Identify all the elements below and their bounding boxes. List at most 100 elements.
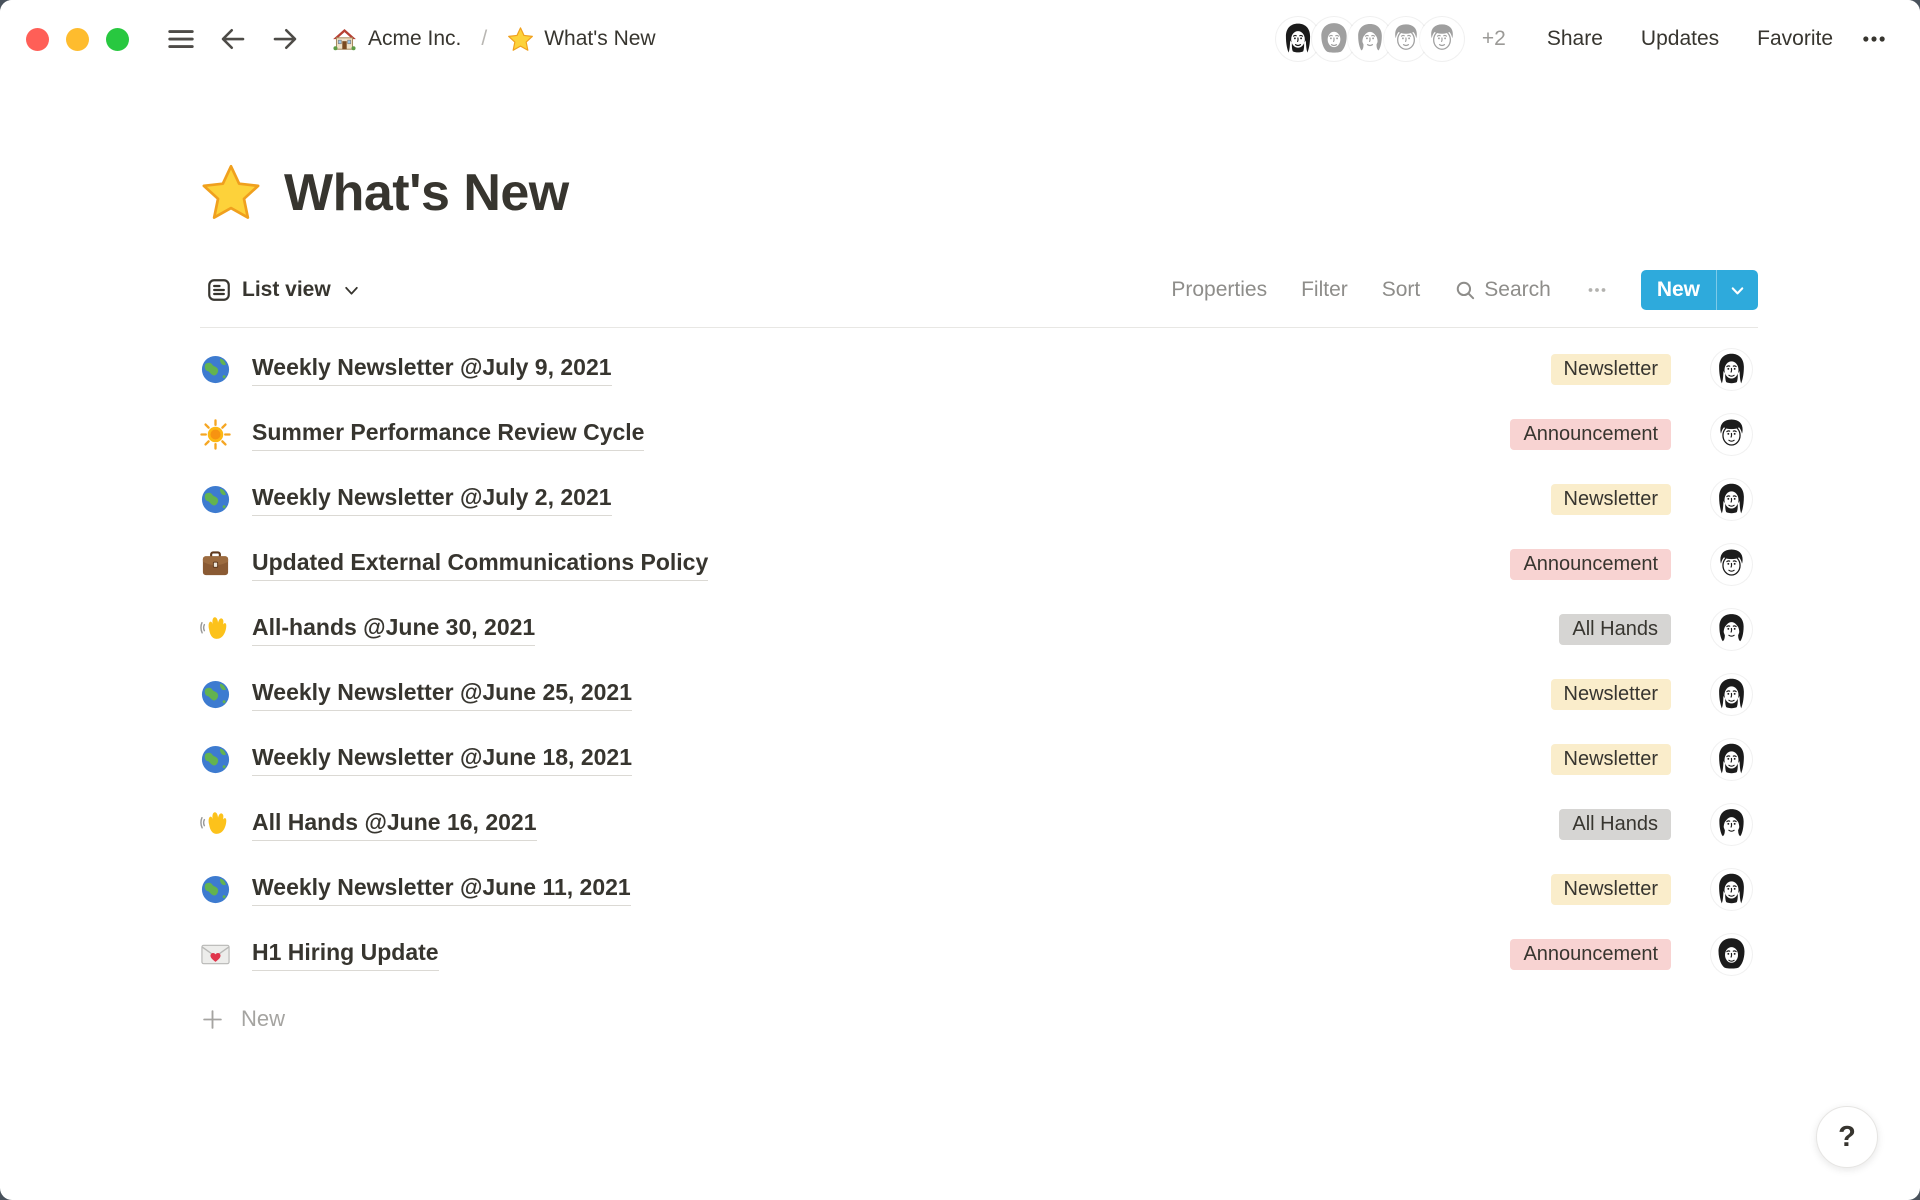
viewer-avatars[interactable] — [1276, 17, 1464, 61]
avatar-woman-long-hair — [1711, 739, 1752, 780]
tag-badge[interactable]: All Hands — [1559, 614, 1671, 645]
avatar-woman-long-hair — [1711, 479, 1752, 520]
chevron-down-icon — [1729, 282, 1746, 299]
house-icon — [331, 26, 358, 53]
window-controls — [26, 28, 129, 51]
tag-badge[interactable]: All Hands — [1559, 809, 1671, 840]
globe-icon — [200, 679, 231, 710]
breadcrumb-separator: / — [477, 27, 491, 51]
new-button-caret[interactable] — [1716, 270, 1758, 310]
globe-icon — [200, 744, 231, 775]
view-options-icon[interactable] — [1575, 268, 1619, 312]
page-title: What's New — [200, 162, 1758, 224]
database-list: Weekly Newsletter @July 9, 2021 Newslett… — [200, 328, 1758, 987]
list-item[interactable]: Weekly Newsletter @July 9, 2021 Newslett… — [200, 337, 1758, 402]
view-label: List view — [242, 278, 331, 302]
star-icon[interactable] — [200, 162, 262, 224]
close-window-button[interactable] — [26, 28, 49, 51]
page-link[interactable]: Summer Performance Review Cycle — [252, 419, 644, 451]
tag-badge[interactable]: Announcement — [1510, 939, 1671, 970]
sun-icon — [200, 419, 231, 450]
avatar-man-short-hair — [1711, 544, 1752, 585]
help-label: ? — [1838, 1121, 1856, 1154]
add-row-label: New — [241, 1006, 285, 1032]
more-options-icon[interactable] — [1852, 17, 1896, 61]
globe-icon — [200, 354, 231, 385]
page-link[interactable]: Weekly Newsletter @June 18, 2021 — [252, 744, 632, 776]
nav-controls — [159, 17, 307, 61]
view-toolbar: List view Properties Filter Sort Search … — [200, 268, 1758, 328]
avatar-man-short-hair[interactable] — [1420, 17, 1464, 61]
waving-hand-icon — [200, 809, 231, 840]
list-item[interactable]: H1 Hiring Update Announcement — [200, 922, 1758, 987]
star-icon — [507, 26, 534, 53]
avatar-woman-long-hair — [1711, 674, 1752, 715]
plus-icon — [200, 1007, 225, 1032]
page-link[interactable]: H1 Hiring Update — [252, 939, 439, 971]
view-switcher[interactable]: List view — [200, 273, 366, 307]
list-item[interactable]: Weekly Newsletter @July 2, 2021 Newslett… — [200, 467, 1758, 532]
love-letter-icon — [200, 939, 231, 970]
list-item[interactable]: Weekly Newsletter @June 18, 2021 Newslet… — [200, 727, 1758, 792]
list-item[interactable]: All-hands @June 30, 2021 All Hands — [200, 597, 1758, 662]
list-item[interactable]: Updated External Communications Policy A… — [200, 532, 1758, 597]
page-link[interactable]: Weekly Newsletter @June 11, 2021 — [252, 874, 631, 906]
list-item[interactable]: All Hands @June 16, 2021 All Hands — [200, 792, 1758, 857]
avatar-man-short-hair — [1711, 414, 1752, 455]
avatar-woman-bob — [1711, 804, 1752, 845]
avatar-woman-long-hair — [1711, 869, 1752, 910]
updates-button[interactable]: Updates — [1631, 21, 1729, 57]
page-link[interactable]: All Hands @June 16, 2021 — [252, 809, 537, 841]
new-split-button: New — [1641, 270, 1758, 310]
workspace-name: Acme Inc. — [368, 27, 461, 51]
avatar-woman-long-hair — [1711, 349, 1752, 390]
list-item[interactable]: Weekly Newsletter @June 25, 2021 Newslet… — [200, 662, 1758, 727]
waving-hand-icon — [200, 614, 231, 645]
back-arrow-icon[interactable] — [211, 17, 255, 61]
toolbar-actions: Properties Filter Sort Search New — [1161, 268, 1758, 312]
zoom-window-button[interactable] — [106, 28, 129, 51]
briefcase-icon — [200, 549, 231, 580]
sidebar-menu-icon[interactable] — [159, 17, 203, 61]
page-title-text[interactable]: What's New — [284, 163, 569, 223]
breadcrumb-page[interactable]: What's New — [501, 22, 661, 57]
tag-badge[interactable]: Announcement — [1510, 419, 1671, 450]
chevron-down-icon — [343, 282, 360, 299]
tag-badge[interactable]: Newsletter — [1551, 484, 1671, 515]
tag-badge[interactable]: Newsletter — [1551, 679, 1671, 710]
favorite-button[interactable]: Favorite — [1747, 21, 1843, 57]
tag-badge[interactable]: Newsletter — [1551, 354, 1671, 385]
add-row-button[interactable]: New — [200, 995, 1758, 1043]
help-button[interactable]: ? — [1816, 1106, 1878, 1168]
page-name: What's New — [544, 27, 655, 51]
search-label: Search — [1484, 278, 1551, 302]
breadcrumb-workspace[interactable]: Acme Inc. — [325, 22, 467, 57]
page-content: What's New List view Properties — [0, 162, 1920, 1043]
tag-badge[interactable]: Announcement — [1510, 549, 1671, 580]
tag-badge[interactable]: Newsletter — [1551, 874, 1671, 905]
avatar-woman-dark-hair — [1711, 934, 1752, 975]
properties-button[interactable]: Properties — [1161, 273, 1277, 307]
filter-button[interactable]: Filter — [1291, 273, 1358, 307]
app-window: Acme Inc. / What's New +2 Share Updates … — [0, 0, 1920, 1200]
globe-icon — [200, 874, 231, 905]
search-button[interactable]: Search — [1444, 273, 1561, 307]
sort-button[interactable]: Sort — [1372, 273, 1431, 307]
new-button[interactable]: New — [1641, 270, 1716, 310]
page-link[interactable]: Weekly Newsletter @July 9, 2021 — [252, 354, 612, 386]
list-view-icon — [206, 277, 232, 303]
page-link[interactable]: Updated External Communications Policy — [252, 549, 708, 581]
tag-badge[interactable]: Newsletter — [1551, 744, 1671, 775]
page-link[interactable]: Weekly Newsletter @July 2, 2021 — [252, 484, 612, 516]
list-item[interactable]: Weekly Newsletter @June 11, 2021 Newslet… — [200, 857, 1758, 922]
page-link[interactable]: All-hands @June 30, 2021 — [252, 614, 535, 646]
search-icon — [1454, 279, 1476, 301]
list-item[interactable]: Summer Performance Review Cycle Announce… — [200, 402, 1758, 467]
share-button[interactable]: Share — [1537, 21, 1613, 57]
forward-arrow-icon[interactable] — [263, 17, 307, 61]
avatar-overflow-count[interactable]: +2 — [1482, 27, 1506, 51]
topbar: Acme Inc. / What's New +2 Share Updates … — [0, 0, 1920, 78]
breadcrumb: Acme Inc. / What's New — [325, 22, 662, 57]
page-link[interactable]: Weekly Newsletter @June 25, 2021 — [252, 679, 632, 711]
minimize-window-button[interactable] — [66, 28, 89, 51]
